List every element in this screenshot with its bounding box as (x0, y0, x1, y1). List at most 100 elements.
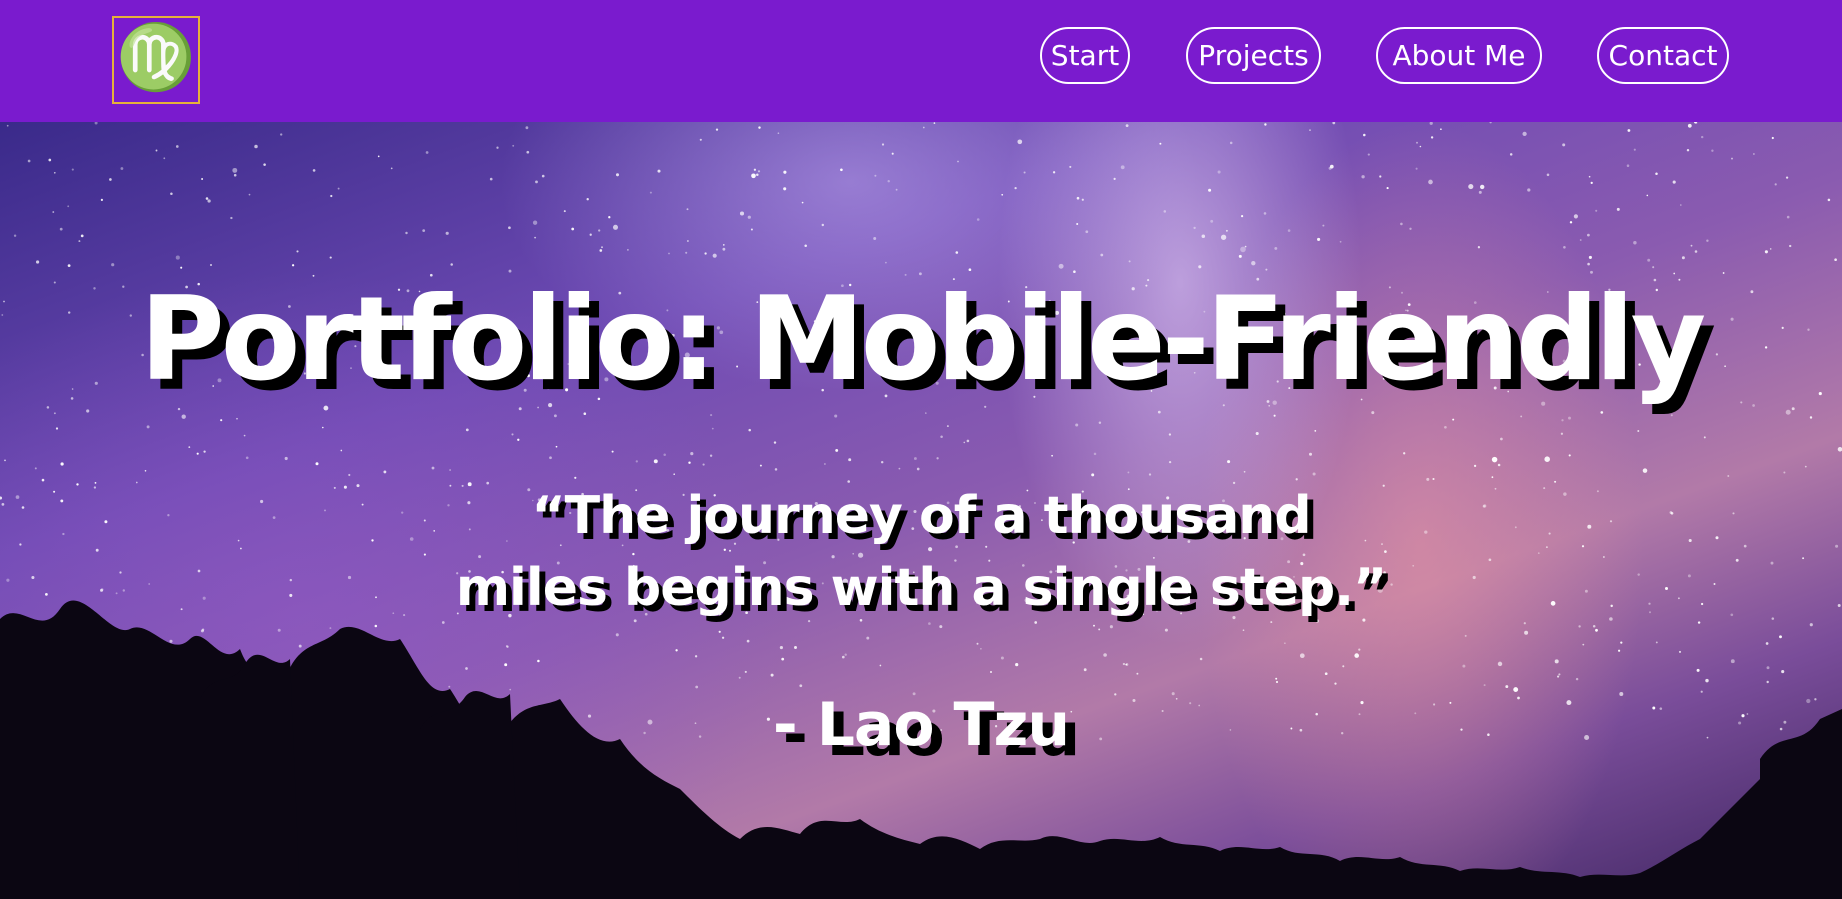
star (756, 173, 759, 177)
star (1198, 265, 1202, 269)
star (963, 441, 966, 444)
star (553, 414, 557, 418)
quote-line-1: “The journey of a thousand (531, 486, 1311, 546)
star (880, 460, 884, 464)
star (1522, 131, 1527, 137)
star (834, 414, 838, 418)
star (635, 460, 638, 463)
star (824, 463, 826, 465)
star (1058, 263, 1064, 269)
star (1120, 165, 1125, 170)
star (1595, 209, 1598, 212)
star (1367, 153, 1370, 156)
star (1568, 416, 1571, 420)
star (13, 234, 17, 237)
star (1491, 456, 1498, 463)
star (1159, 142, 1162, 145)
star (1091, 473, 1095, 477)
star (1687, 123, 1692, 128)
star (1163, 210, 1167, 213)
star (1764, 250, 1768, 254)
star (1238, 254, 1242, 258)
star (175, 145, 179, 148)
star (1429, 122, 1433, 125)
star (966, 439, 970, 443)
star (1309, 129, 1311, 131)
nav-contact-button[interactable]: Contact (1597, 27, 1729, 84)
star (52, 211, 55, 213)
star (750, 228, 753, 231)
star (263, 163, 266, 166)
star (688, 461, 691, 464)
star (209, 263, 213, 267)
star (1827, 198, 1831, 202)
star (563, 210, 566, 213)
star (885, 261, 887, 264)
nav-about-me-button[interactable]: About Me (1376, 27, 1542, 84)
star (1287, 229, 1291, 232)
star (783, 170, 787, 174)
star (1491, 476, 1494, 479)
star (67, 205, 70, 208)
star (1706, 239, 1709, 242)
star (109, 178, 112, 181)
star (329, 256, 332, 259)
star (340, 449, 343, 452)
star (583, 412, 587, 415)
star (1251, 261, 1256, 266)
star (1544, 456, 1550, 462)
virgo-symbol-icon: ♍ (116, 20, 196, 95)
star (146, 425, 150, 429)
star (589, 233, 592, 236)
star (1400, 222, 1403, 226)
star (280, 133, 283, 136)
star (1076, 222, 1079, 226)
star (236, 417, 238, 420)
star (1587, 262, 1590, 266)
hero-section: Portfolio: Mobile-Friendly “The journey … (0, 122, 1842, 899)
quote-line-2: miles begins with a single step.” (455, 558, 1387, 618)
star (916, 467, 920, 471)
star (757, 170, 761, 173)
star (67, 264, 71, 267)
nav-start-button[interactable]: Start (1040, 27, 1130, 84)
star (1560, 432, 1564, 435)
star (704, 252, 707, 255)
star (1128, 260, 1131, 263)
star (1590, 181, 1593, 185)
star (1244, 245, 1247, 248)
star (53, 171, 56, 174)
star (925, 412, 927, 414)
star (739, 211, 745, 216)
star (27, 159, 31, 163)
star (1616, 207, 1620, 211)
star (1409, 227, 1412, 230)
star (976, 218, 980, 221)
virgo-logo[interactable]: ♍ (112, 16, 200, 104)
star (1127, 471, 1130, 474)
star (233, 173, 237, 177)
star (1642, 468, 1648, 473)
star (1444, 425, 1447, 429)
nav-projects-button[interactable]: Projects (1186, 27, 1321, 84)
star (748, 428, 751, 432)
star (1837, 447, 1842, 452)
star (1332, 122, 1336, 125)
star (541, 174, 545, 178)
star (517, 438, 520, 441)
star (1573, 214, 1578, 219)
star (36, 260, 40, 264)
star (144, 470, 147, 472)
star (1168, 460, 1172, 464)
star (1069, 165, 1072, 168)
star (848, 458, 852, 462)
star (1265, 268, 1268, 271)
star (913, 457, 917, 460)
star (534, 236, 537, 239)
star (60, 462, 64, 466)
star (535, 180, 538, 184)
star (773, 441, 777, 444)
star (1489, 122, 1492, 124)
star (1627, 129, 1631, 132)
star (1546, 173, 1550, 177)
